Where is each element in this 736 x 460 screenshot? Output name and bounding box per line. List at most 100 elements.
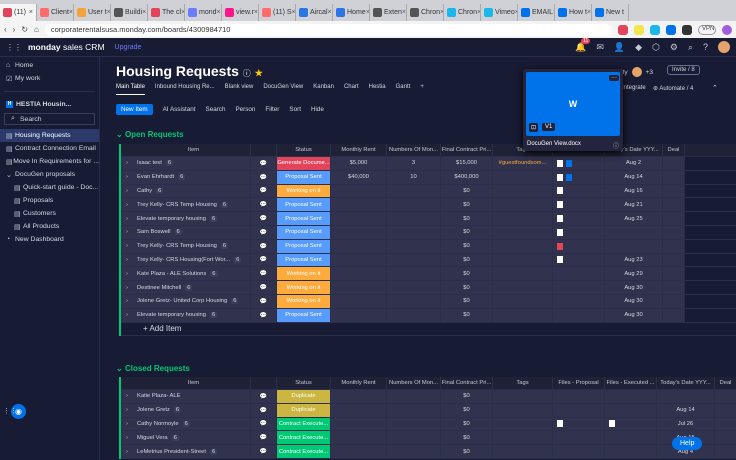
monthly-rent-cell[interactable] bbox=[331, 445, 387, 458]
status-cell[interactable]: Proposal Sent bbox=[277, 170, 331, 184]
table-row[interactable]: ›Miguel Vera6💬Contract Execute...$0Aug 1… bbox=[121, 431, 736, 446]
files-cell[interactable] bbox=[553, 445, 605, 458]
vpn-badge[interactable]: VPN bbox=[698, 24, 716, 35]
monthly-rent-cell[interactable] bbox=[331, 308, 387, 322]
final-price-cell[interactable]: $0 bbox=[441, 308, 493, 322]
table-row[interactable]: › Destinee Mitchell 6 💬 Working on it $0 Aug 3… bbox=[121, 281, 736, 295]
collapse-header-icon[interactable]: ⌃ bbox=[712, 84, 718, 92]
browser-tab[interactable]: Aircal × bbox=[296, 3, 333, 21]
file-thumbnail[interactable]: W bbox=[526, 72, 620, 136]
tags-cell[interactable] bbox=[493, 294, 553, 308]
browser-tab[interactable]: Client × bbox=[37, 3, 74, 21]
chat-bubble-icon[interactable]: 💬 bbox=[260, 284, 267, 291]
bell-icon[interactable]: 🔔 11 bbox=[575, 37, 591, 53]
months-cell[interactable] bbox=[387, 445, 441, 458]
view-tab[interactable]: Main Table bbox=[116, 84, 145, 95]
file-icon[interactable] bbox=[609, 420, 615, 428]
conversation-cell[interactable]: 💬 bbox=[251, 431, 277, 445]
deal-cell[interactable] bbox=[715, 403, 736, 417]
browser-tab[interactable]: Chron × bbox=[407, 3, 444, 21]
sidebar-item-home[interactable]: ⌂ Home bbox=[0, 59, 99, 72]
date-cell[interactable] bbox=[657, 390, 715, 403]
files-cell[interactable] bbox=[553, 267, 605, 281]
date-cell[interactable]: Aug 30 bbox=[605, 294, 663, 308]
date-cell[interactable] bbox=[605, 225, 663, 239]
file-icon[interactable] bbox=[566, 173, 572, 181]
tags-cell[interactable] bbox=[493, 225, 553, 239]
final-price-cell[interactable]: $15,000 bbox=[441, 157, 493, 170]
table-row[interactable]: › Cathy 6 💬 Working on it $0 Aug 16 bbox=[121, 184, 736, 199]
files-cell[interactable] bbox=[605, 445, 657, 458]
deal-cell[interactable] bbox=[663, 281, 685, 294]
conversation-cell[interactable]: 💬 bbox=[251, 445, 277, 458]
status-cell[interactable]: Proposal Sent bbox=[277, 253, 331, 267]
column-header[interactable]: Final Contract Pri... bbox=[441, 144, 493, 156]
column-header[interactable]: Monthly Rent bbox=[331, 144, 387, 156]
final-price-cell[interactable]: $0 bbox=[441, 417, 493, 431]
column-header[interactable]: Numbers Of Mon... bbox=[387, 144, 441, 156]
column-header[interactable]: Numbers Of Mon... bbox=[387, 377, 441, 389]
final-price-cell[interactable]: $0 bbox=[441, 239, 493, 253]
status-cell[interactable]: Proposal Sent bbox=[277, 198, 331, 212]
item-cell[interactable]: › Cathy 6 bbox=[121, 184, 251, 198]
item-cell[interactable]: › Kate Plaza - ALE Solutions 6 bbox=[121, 267, 251, 281]
drag-handle-icon[interactable]: ⋮⋮ bbox=[3, 407, 17, 415]
browser-tab[interactable]: User t × bbox=[74, 3, 111, 21]
final-price-cell[interactable]: $0 bbox=[441, 281, 493, 294]
date-cell[interactable]: Aug 30 bbox=[605, 281, 663, 294]
browser-tab[interactable]: view.r × bbox=[222, 3, 259, 21]
tags-cell[interactable] bbox=[493, 403, 553, 417]
table-row[interactable]: › Trey Kelly- CRS Temp Housing 6 💬 Proposal … bbox=[121, 239, 736, 254]
date-cell[interactable]: Aug 2 bbox=[605, 157, 663, 170]
view-tab[interactable]: DocuGen View bbox=[263, 84, 303, 95]
column-header[interactable]: Files - Executed ... bbox=[605, 377, 657, 389]
table-row[interactable]: › Elevate temporary housing 6 💬 Proposal Sen… bbox=[121, 212, 736, 226]
status-cell[interactable]: Proposal Sent bbox=[277, 225, 331, 239]
file-icon[interactable] bbox=[557, 215, 563, 223]
chat-bubble-icon[interactable]: 💬 bbox=[260, 160, 267, 167]
closed-group-title[interactable]: ⌄ Closed Requests bbox=[116, 364, 190, 373]
view-tab[interactable]: + bbox=[420, 84, 424, 95]
chevron-right-icon[interactable]: › bbox=[126, 257, 128, 263]
profile-icon[interactable] bbox=[722, 24, 732, 35]
settings-icon[interactable]: ⚙ bbox=[670, 42, 678, 53]
chat-bubble-icon[interactable]: 💬 bbox=[260, 256, 267, 263]
browser-tab[interactable]: Buildi × bbox=[111, 3, 148, 21]
inbox-icon[interactable]: ✉ bbox=[596, 42, 604, 53]
final-price-cell[interactable]: $400,000 bbox=[441, 170, 493, 184]
sidebar-board-item[interactable]: ▤ Proposals bbox=[0, 194, 99, 207]
browser-tab[interactable]: Exten × bbox=[370, 3, 407, 21]
final-price-cell[interactable]: $0 bbox=[441, 253, 493, 267]
browser-tab[interactable]: Home × bbox=[333, 3, 370, 21]
table-row[interactable]: › Sam Boswell 6 💬 Proposal Sent $0 bbox=[121, 225, 736, 240]
chat-bubble-icon[interactable]: 💬 bbox=[260, 420, 267, 427]
column-header[interactable]: Item bbox=[121, 144, 251, 156]
status-cell[interactable]: Working on it bbox=[277, 267, 331, 281]
toolbar-search[interactable]: Search bbox=[206, 106, 226, 113]
sidebar-board-item[interactable]: ▤ Customers bbox=[0, 207, 99, 220]
browser-tab[interactable]: EMAIL× bbox=[518, 3, 555, 21]
column-header[interactable]: Monthly Rent bbox=[331, 377, 387, 389]
chevron-right-icon[interactable]: › bbox=[126, 216, 128, 222]
chat-bubble-icon[interactable]: 💬 bbox=[260, 187, 267, 194]
avatar[interactable] bbox=[718, 41, 730, 53]
months-cell[interactable] bbox=[387, 267, 441, 281]
file-icon[interactable] bbox=[557, 201, 563, 209]
view-tab[interactable]: Inbound Housing Re... bbox=[155, 84, 215, 95]
info-icon[interactable]: ⓘ bbox=[613, 141, 619, 150]
upgrade-link[interactable]: Upgrade bbox=[115, 44, 142, 51]
apps-grid-icon[interactable]: ⋮⋮ bbox=[6, 43, 22, 52]
conversation-cell[interactable]: 💬 bbox=[251, 308, 277, 322]
item-cell[interactable]: › Elevate temporary housing 6 bbox=[121, 308, 251, 322]
item-cell[interactable]: › Elevate temporary housing 6 bbox=[121, 212, 251, 225]
table-row[interactable]: › Isaac test 6 💬 Generate Docume... $5,000 3 $1… bbox=[121, 157, 736, 171]
chevron-right-icon[interactable]: › bbox=[126, 421, 128, 427]
more-options-icon[interactable]: ··· bbox=[609, 75, 619, 81]
automate-button[interactable]: ⊛ Automate / 4 bbox=[653, 85, 693, 92]
column-header[interactable]: Status bbox=[277, 377, 331, 389]
deal-cell[interactable] bbox=[663, 294, 685, 308]
conversation-cell[interactable]: 💬 bbox=[251, 281, 277, 294]
chevron-right-icon[interactable]: › bbox=[126, 243, 128, 249]
final-price-cell[interactable]: $0 bbox=[441, 431, 493, 445]
sidebar-board-item[interactable]: ▤ Contract Connection Email bbox=[0, 142, 99, 155]
